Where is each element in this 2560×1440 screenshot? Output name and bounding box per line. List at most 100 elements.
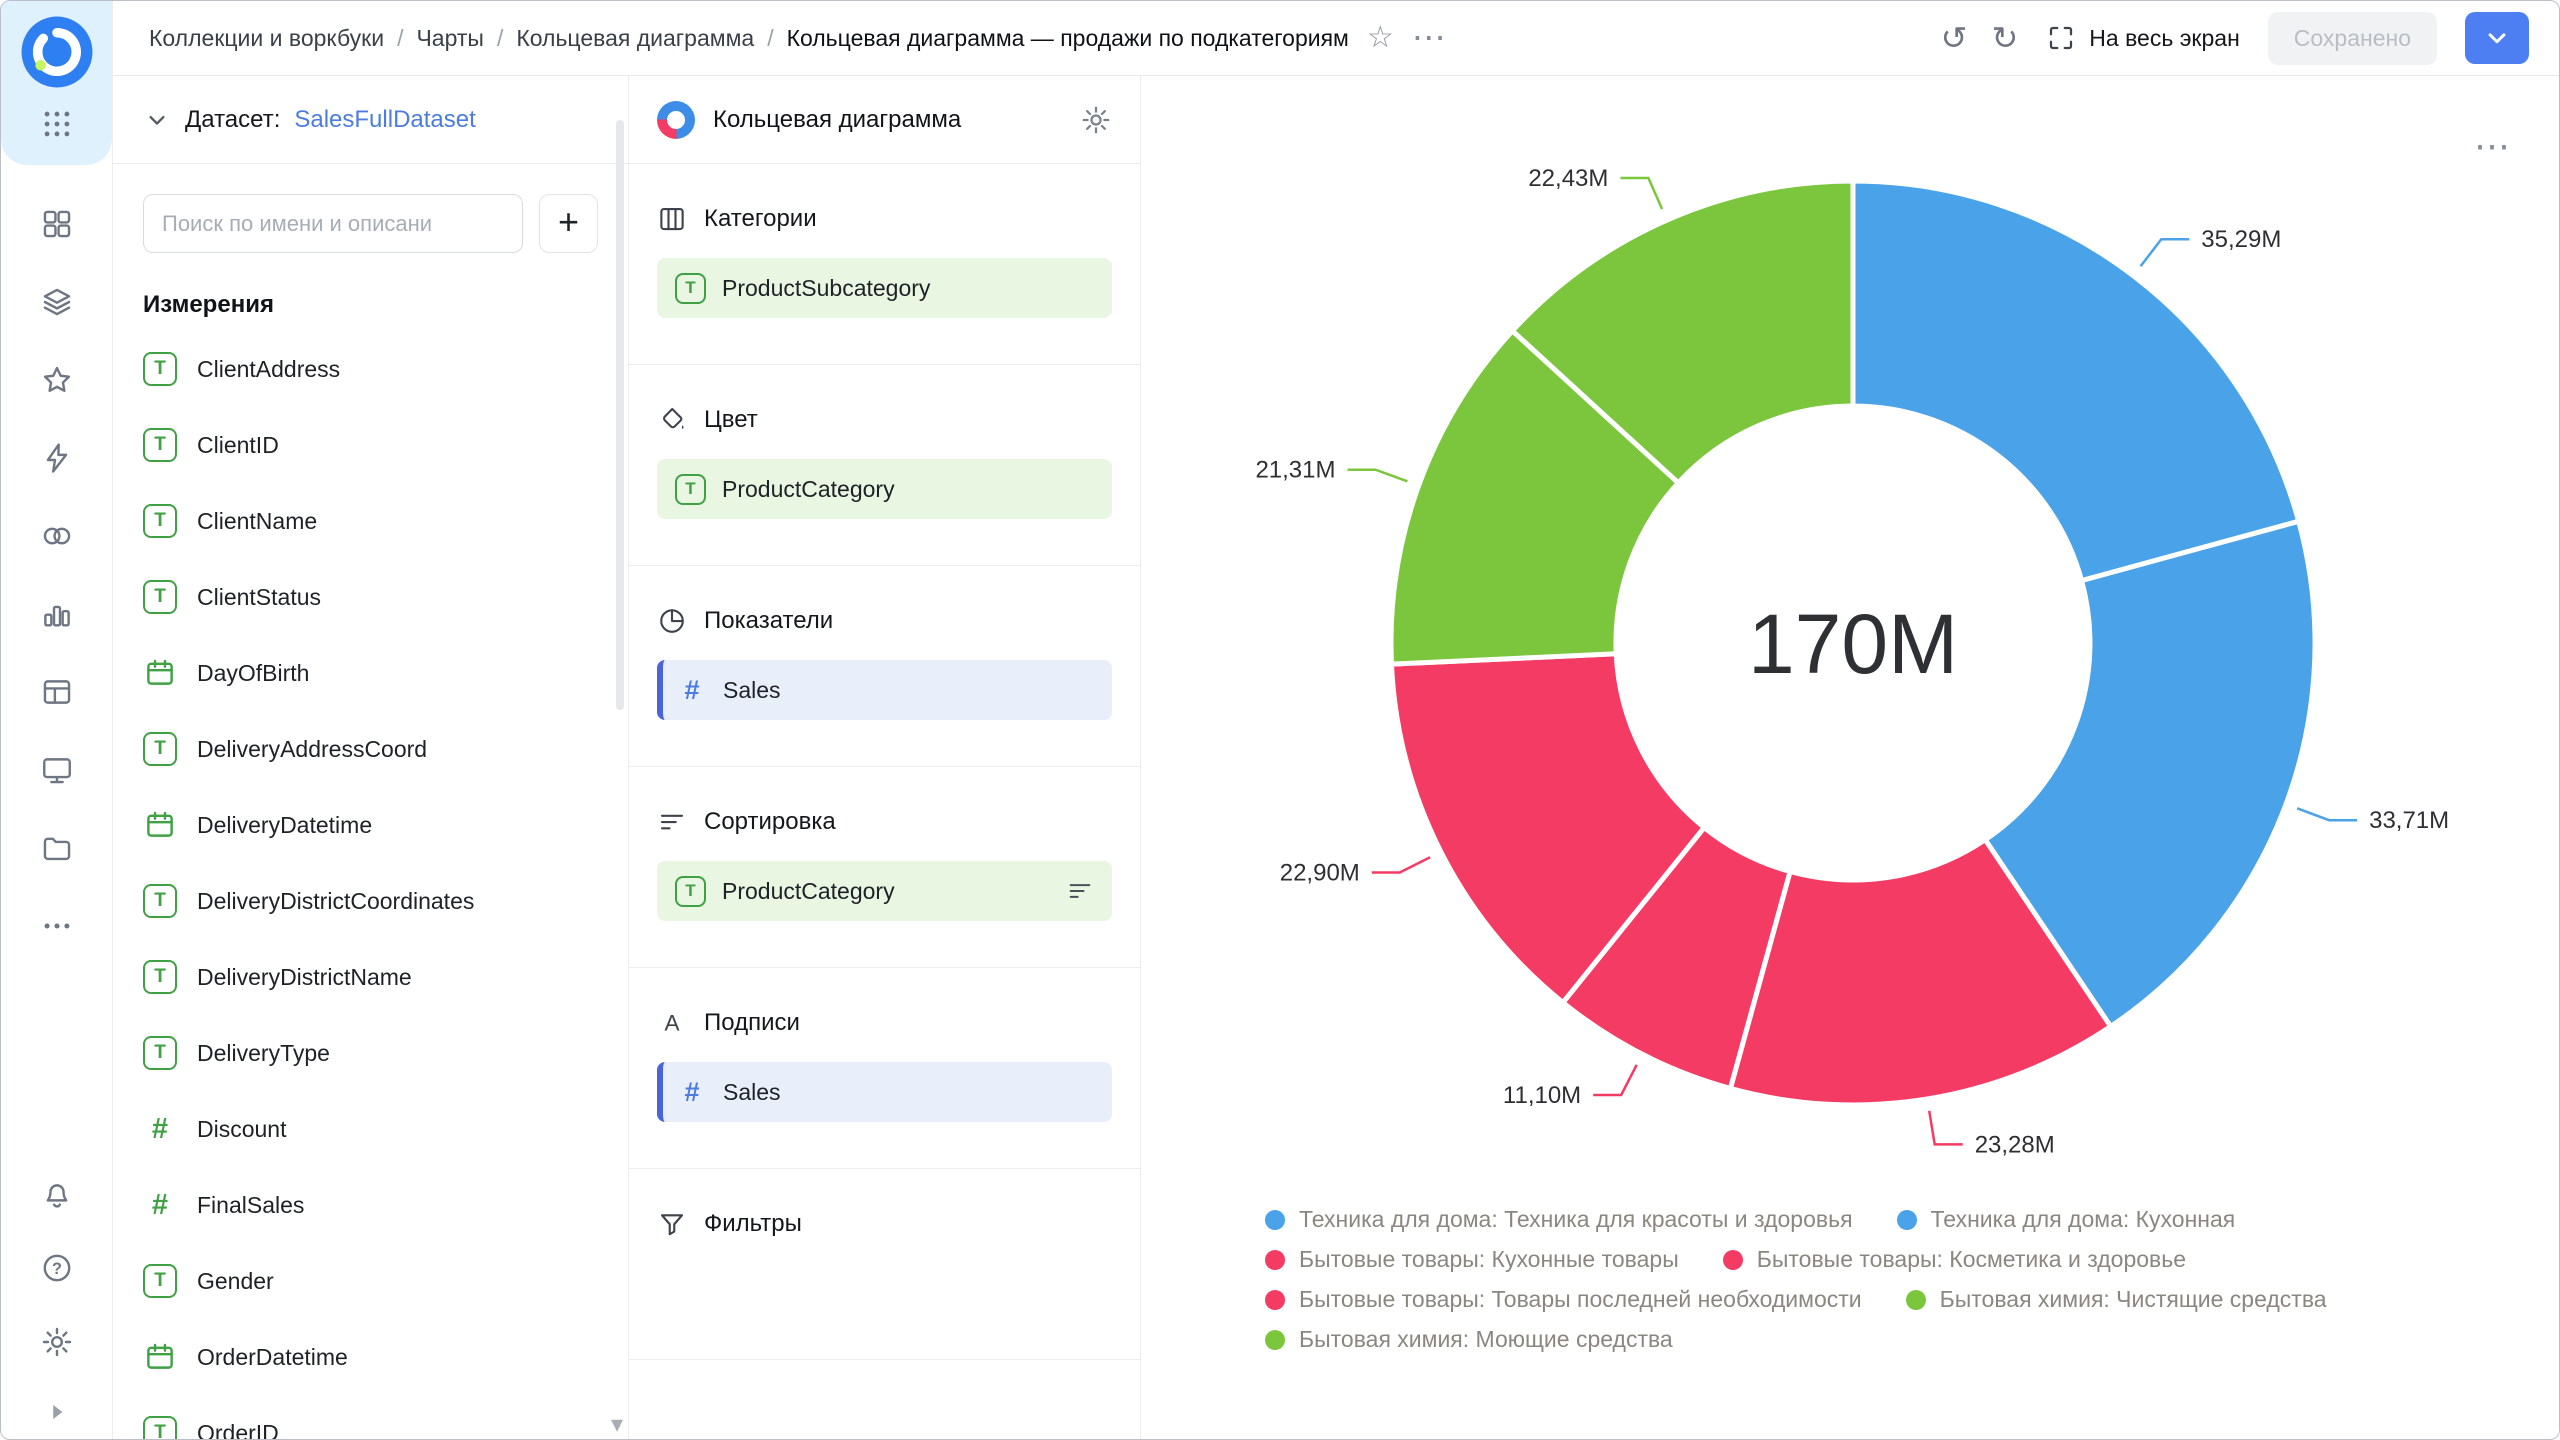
breadcrumb: Коллекции и воркбуки / Чарты / Кольцевая… xyxy=(149,25,1349,52)
legend-label: Бытовая химия: Чистящие средства xyxy=(1940,1286,2327,1313)
segment-value-label: 22,43M xyxy=(1528,165,1608,192)
collapse-arrow-icon[interactable] xyxy=(44,1399,70,1425)
config-section-sort: Сортировка TProductCategory xyxy=(629,767,1140,968)
dataset-scrollbar[interactable] xyxy=(616,120,624,710)
breadcrumb-collections-link[interactable]: Коллекции и воркбуки xyxy=(149,25,384,52)
field-name: Gender xyxy=(197,1268,274,1295)
legend-item[interactable]: Бытовые товары: Косметика и здоровье xyxy=(1723,1246,2186,1273)
apps-grid-icon[interactable] xyxy=(40,107,74,141)
dataset-field[interactable]: TDeliveryDistrictName xyxy=(113,939,628,1015)
chart-area: ⋯ 35,29M33,71M23,28M11,10M22,90M21,31M22… xyxy=(1141,76,2559,1439)
link-circles-icon[interactable] xyxy=(40,519,74,553)
legend-item[interactable]: Бытовая химия: Чистящие средства xyxy=(1906,1286,2327,1313)
squares-icon[interactable] xyxy=(40,207,74,241)
table-grid-icon[interactable] xyxy=(40,675,74,709)
layers-icon[interactable] xyxy=(40,285,74,319)
dataset-field[interactable]: TGender xyxy=(113,1243,628,1319)
dataset-header: Датасет: SalesFullDataset xyxy=(113,76,628,164)
svg-text:A: A xyxy=(664,1011,679,1036)
dataset-field[interactable]: TClientStatus xyxy=(113,559,628,635)
legend-label: Бытовые товары: Кухонные товары xyxy=(1299,1246,1679,1273)
more-actions-icon[interactable]: ⋯ xyxy=(1412,21,1449,55)
label-leader-line xyxy=(1620,178,1662,209)
sort-icon xyxy=(657,807,687,837)
field-chip[interactable]: T ProductSubcategory xyxy=(657,258,1112,318)
saved-button[interactable]: Сохранено xyxy=(2268,12,2437,65)
bell-icon[interactable] xyxy=(40,1177,74,1211)
fullscreen-icon xyxy=(2046,23,2076,53)
legend-item[interactable]: Бытовая химия: Моющие средства xyxy=(1265,1326,1673,1353)
monitor-icon[interactable] xyxy=(40,753,74,787)
label-leader-line xyxy=(1929,1111,1963,1145)
text-field-icon: T xyxy=(143,1416,177,1439)
help-icon[interactable]: ? xyxy=(40,1251,74,1285)
legend-item[interactable]: Техника для дома: Кухонная xyxy=(1897,1206,2236,1233)
chip-label: ProductSubcategory xyxy=(722,275,930,302)
color-icon xyxy=(657,405,687,435)
chart-menu-icon[interactable]: ⋯ xyxy=(2474,128,2513,164)
undo-icon[interactable]: ↺ xyxy=(1941,22,1968,54)
text-field-icon: T xyxy=(143,428,177,462)
measures-icon xyxy=(657,606,687,636)
lightning-icon[interactable] xyxy=(40,441,74,475)
legend-item[interactable]: Бытовые товары: Товары последней необход… xyxy=(1265,1286,1862,1313)
field-chip[interactable]: #Sales xyxy=(657,660,1112,720)
dataset-field[interactable]: TClientAddress xyxy=(113,331,628,407)
dataset-field[interactable]: OrderDatetime xyxy=(113,1319,628,1395)
field-name: ClientAddress xyxy=(197,356,340,383)
dataset-field[interactable]: TDeliveryType xyxy=(113,1015,628,1091)
field-search-input[interactable] xyxy=(143,194,523,253)
dataset-field[interactable]: DayOfBirth xyxy=(113,635,628,711)
text-field-icon: T xyxy=(675,273,706,304)
dataset-field[interactable]: #FinalSales xyxy=(113,1167,628,1243)
star-icon[interactable] xyxy=(40,363,74,397)
fullscreen-label: На весь экран xyxy=(2089,25,2240,52)
svg-text:?: ? xyxy=(52,1260,62,1278)
datalens-logo-icon[interactable] xyxy=(20,15,94,89)
dataset-field[interactable]: TOrderID xyxy=(113,1395,628,1439)
save-dropdown-button[interactable] xyxy=(2465,12,2529,64)
field-chip[interactable]: #Sales xyxy=(657,1062,1112,1122)
gear-icon[interactable] xyxy=(40,1325,74,1359)
field-chip[interactable]: TProductCategory xyxy=(657,459,1112,519)
breadcrumb-charts-link[interactable]: Чарты xyxy=(416,25,483,52)
legend-item[interactable]: Техника для дома: Техника для красоты и … xyxy=(1265,1206,1853,1233)
text-field-icon: T xyxy=(143,884,177,918)
chart-settings-gear-icon[interactable] xyxy=(1080,104,1112,136)
chip-label: ProductCategory xyxy=(722,476,895,503)
legend-color-dot xyxy=(1897,1210,1917,1230)
text-field-icon: T xyxy=(143,1036,177,1070)
fullscreen-button[interactable]: На весь экран xyxy=(2046,23,2240,53)
ellipsis-h-icon[interactable] xyxy=(40,909,74,943)
folder-icon[interactable] xyxy=(40,831,74,865)
scroll-down-arrow-icon[interactable]: ▾ xyxy=(611,1413,623,1437)
field-name: OrderDatetime xyxy=(197,1344,348,1371)
dataset-field[interactable]: TDeliveryAddressCoord xyxy=(113,711,628,787)
dataset-field[interactable]: TDeliveryDistrictCoordinates xyxy=(113,863,628,939)
redo-icon[interactable]: ↻ xyxy=(1991,22,2018,54)
topbar: Коллекции и воркбуки / Чарты / Кольцевая… xyxy=(113,1,2559,76)
dataset-name-link[interactable]: SalesFullDataset xyxy=(294,106,475,134)
donut-chart-type-icon[interactable] xyxy=(657,101,695,139)
bar-chart-icon[interactable] xyxy=(40,597,74,631)
add-field-button[interactable]: + xyxy=(539,194,598,253)
legend-color-dot xyxy=(1265,1290,1285,1310)
favorite-star-icon[interactable]: ☆ xyxy=(1367,23,1394,53)
breadcrumb-chart-type-link[interactable]: Кольцевая диаграмма xyxy=(516,25,754,52)
dataset-field[interactable]: DeliveryDatetime xyxy=(113,787,628,863)
field-name: ClientID xyxy=(197,432,279,459)
segment-value-label: 33,71M xyxy=(2369,807,2449,834)
section-label: Сортировка xyxy=(704,808,836,836)
dataset-field[interactable]: #Discount xyxy=(113,1091,628,1167)
dataset-field[interactable]: T ClientID xyxy=(113,407,628,483)
config-section-color: ЦветTProductCategory xyxy=(629,365,1140,566)
field-chip[interactable]: TProductCategory xyxy=(657,861,1112,921)
segment-value-label: 21,31M xyxy=(1255,457,1335,484)
legend-item[interactable]: Бытовые товары: Кухонные товары xyxy=(1265,1246,1679,1273)
donut-chart: 35,29M33,71M23,28M11,10M22,90M21,31M22,4… xyxy=(1141,76,2560,1184)
left-rail: ? xyxy=(1,1,113,1439)
sort-order-icon[interactable] xyxy=(1066,877,1094,905)
dataset-field[interactable]: TClientName xyxy=(113,483,628,559)
chart-config-header: Кольцевая диаграмма xyxy=(629,76,1140,164)
dataset-collapse-chevron-icon[interactable] xyxy=(143,106,171,134)
